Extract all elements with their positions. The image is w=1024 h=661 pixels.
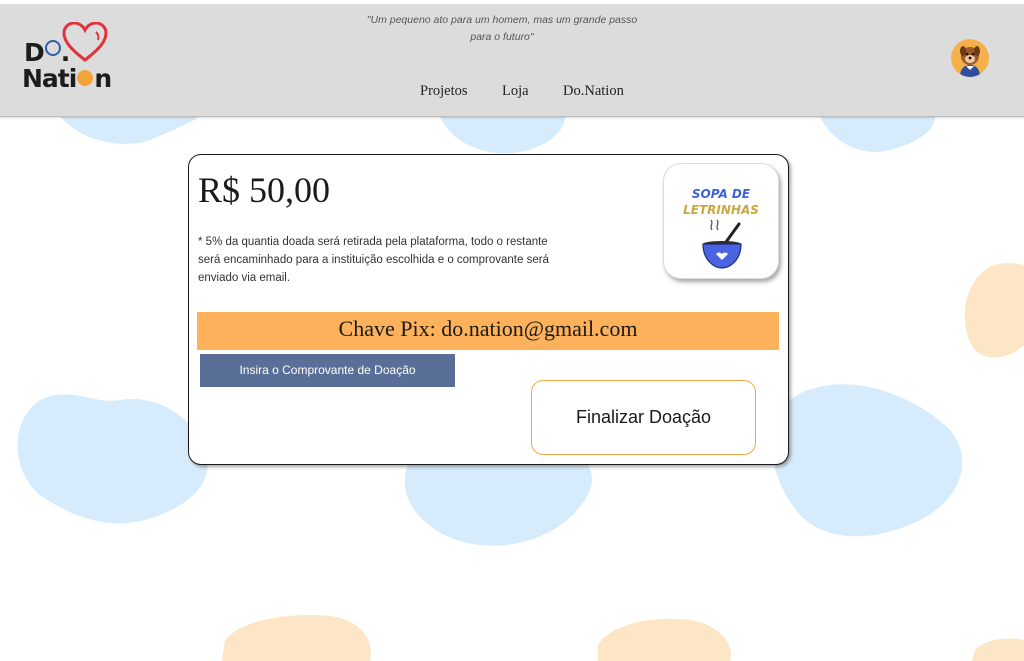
logo-text-line2: Nati n — [22, 64, 112, 93]
do-nation-logo[interactable]: D. Nati n — [22, 22, 132, 100]
blob-blue-3 — [771, 384, 963, 537]
logo-text-n: n — [94, 64, 112, 93]
globe-icon — [44, 40, 61, 56]
pix-key-band: Chave Pix: do.nation@gmail.com — [197, 312, 779, 350]
dog-avatar-icon — [960, 46, 980, 77]
slogan: "Um pequeno ato para um homem, mas um gr… — [340, 12, 664, 46]
blob-blue-6 — [820, 116, 935, 152]
nav-loja[interactable]: Loja — [502, 83, 529, 99]
logo-dot: . — [60, 38, 70, 67]
blob-peach-3 — [598, 618, 731, 661]
blob-blue-4 — [60, 116, 200, 144]
blob-peach-4 — [972, 638, 1024, 661]
nav-do-nation[interactable]: Do.Nation — [563, 83, 624, 99]
donation-card: R$ 50,00 * 5% da quantia doada será reti… — [188, 154, 789, 465]
upload-receipt-button[interactable]: Insira o Comprovante de Doação — [200, 354, 455, 387]
main-nav: Projetos Loja Do.Nation — [420, 82, 654, 100]
nav-projetos[interactable]: Projetos — [420, 83, 468, 99]
blob-blue-5 — [440, 116, 565, 154]
soup-bowl-icon — [702, 219, 742, 269]
slogan-line1: "Um pequeno ato para um homem, mas um gr… — [366, 14, 638, 26]
logo-letter-d: D — [24, 38, 45, 67]
user-avatar[interactable] — [951, 39, 989, 77]
coin-icon — [77, 70, 94, 86]
logo-text-line1: D. — [24, 38, 70, 67]
institution-logo: SOPA DE LETRINHAS — [663, 163, 779, 279]
blob-peach-1 — [964, 263, 1024, 358]
donation-amount: R$ 50,00 — [198, 170, 331, 210]
finish-donation-button[interactable]: Finalizar Doação — [531, 380, 756, 455]
donation-note: * 5% da quantia doada será retirada pela… — [198, 236, 549, 284]
blob-blue-1 — [17, 394, 208, 524]
blob-peach-2 — [222, 615, 371, 661]
site-header: D. Nati n "Um pequeno ato para um homem, … — [0, 4, 1024, 117]
slogan-line2: para o futuro" — [470, 31, 534, 43]
logo-text-nati: Nati — [22, 64, 77, 93]
page-top-edge — [0, 0, 1024, 4]
